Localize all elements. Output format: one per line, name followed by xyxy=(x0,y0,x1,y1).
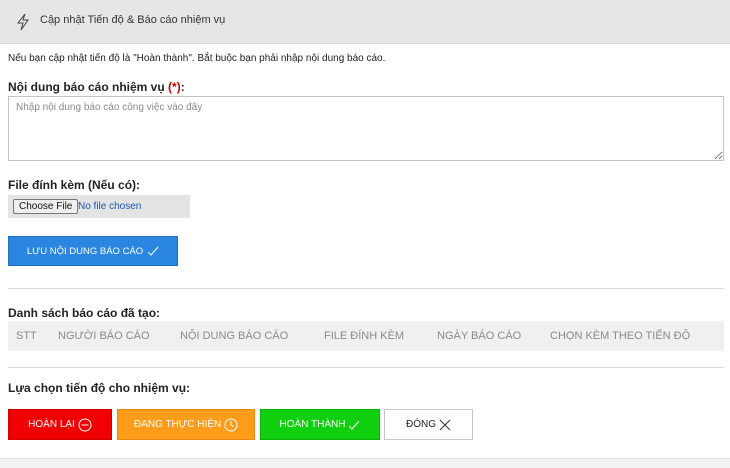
modal-footer xyxy=(0,458,730,468)
save-report-label: Lưu nội dung báo cáo xyxy=(26,245,144,257)
col-content: Nội dung báo cáo xyxy=(180,330,289,342)
complete-label: Hoàn thành xyxy=(279,419,346,430)
report-label-text: Nội dung báo cáo nhiệm vụ xyxy=(8,80,165,94)
progress-title: Lựa chọn tiến độ cho nhiệm vụ: xyxy=(8,381,191,395)
report-label-suffix: : xyxy=(180,80,185,94)
reports-title: Danh sách báo cáo đã tạo: xyxy=(8,306,161,320)
attachment-label: File đính kèm (Nếu có): xyxy=(8,178,141,192)
in-progress-label: Đang thực hiện xyxy=(133,419,222,430)
choose-file-button[interactable]: Choose File xyxy=(13,199,79,214)
file-input[interactable]: Choose File No file chosen xyxy=(8,195,190,218)
file-status: No file chosen xyxy=(78,201,142,212)
report-label: Nội dung báo cáo nhiệm vụ (*): xyxy=(8,80,185,94)
required-mark: (*) xyxy=(168,80,181,94)
divider xyxy=(8,288,724,289)
col-reporter: Người báo cáo xyxy=(58,330,150,342)
close-label: Đóng xyxy=(406,419,436,430)
return-button[interactable]: Hoàn lại xyxy=(8,409,112,440)
col-attachment: File đính kèm xyxy=(324,330,405,342)
reports-table-header: STT Người báo cáo Nội dung báo cáo File … xyxy=(8,321,724,351)
notice-text: Nếu bạn cập nhật tiến độ là "Hoàn thành"… xyxy=(8,53,386,64)
report-content-input[interactable] xyxy=(8,96,724,161)
close-icon xyxy=(439,419,451,430)
lightning-icon xyxy=(16,14,29,30)
complete-button[interactable]: Hoàn thành xyxy=(260,409,380,440)
save-report-button[interactable]: Lưu nội dung báo cáo xyxy=(8,236,178,266)
col-date: Ngày báo cáo xyxy=(437,330,522,342)
modal-title: Cập nhật Tiến độ & Báo cáo nhiệm vụ xyxy=(40,14,226,26)
col-progress: Chọn kèm theo tiến độ xyxy=(550,330,691,342)
col-stt: STT xyxy=(16,330,37,342)
modal-header: Cập nhật Tiến độ & Báo cáo nhiệm vụ xyxy=(0,0,730,44)
check-icon xyxy=(349,420,360,430)
clock-icon xyxy=(224,418,238,431)
divider xyxy=(8,367,724,368)
check-icon xyxy=(147,246,159,256)
in-progress-button[interactable]: Đang thực hiện xyxy=(117,409,255,440)
close-button[interactable]: Đóng xyxy=(384,409,473,440)
return-label: Hoàn lại xyxy=(28,419,75,430)
minus-circle-icon xyxy=(78,418,92,431)
